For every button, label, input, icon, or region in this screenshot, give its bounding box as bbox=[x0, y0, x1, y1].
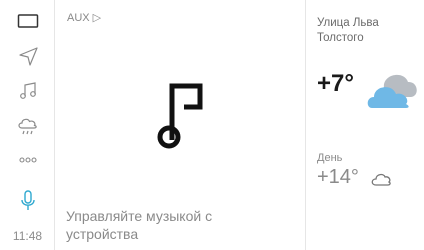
sidebar-item-screen[interactable] bbox=[0, 6, 55, 36]
sidebar: 11:48 bbox=[0, 0, 55, 250]
sidebar-item-microphone[interactable] bbox=[0, 186, 55, 216]
location-label: Улица Льва Толстого bbox=[317, 17, 379, 44]
sidebar-item-navigation[interactable] bbox=[0, 41, 55, 71]
cloudy-icon bbox=[367, 74, 417, 108]
day-label: День bbox=[317, 152, 343, 164]
cloud-outline-icon bbox=[371, 173, 391, 186]
more-icon bbox=[18, 157, 37, 163]
microphone-icon bbox=[20, 190, 35, 210]
source-label[interactable]: AUX ▷ bbox=[67, 11, 101, 24]
sidebar-item-more[interactable] bbox=[0, 145, 55, 175]
music-panel: AUX ▷ Управляйте музыкой с устройства bbox=[55, 0, 306, 250]
current-temperature: +7° bbox=[317, 70, 354, 97]
music-icon bbox=[19, 82, 36, 99]
sidebar-item-weather[interactable] bbox=[0, 110, 55, 140]
music-note-icon bbox=[157, 83, 203, 149]
day-temperature: +14° bbox=[317, 166, 359, 188]
weather-icon bbox=[17, 118, 37, 135]
music-hint: Управляйте музыкой с устройства bbox=[66, 208, 213, 242]
sidebar-item-music[interactable] bbox=[0, 76, 55, 106]
clock: 11:48 bbox=[12, 229, 43, 243]
weather-panel[interactable]: Улица Льва Толстого +7° День +14° bbox=[306, 0, 424, 250]
screen-icon bbox=[17, 14, 38, 28]
navigation-icon bbox=[18, 47, 38, 66]
